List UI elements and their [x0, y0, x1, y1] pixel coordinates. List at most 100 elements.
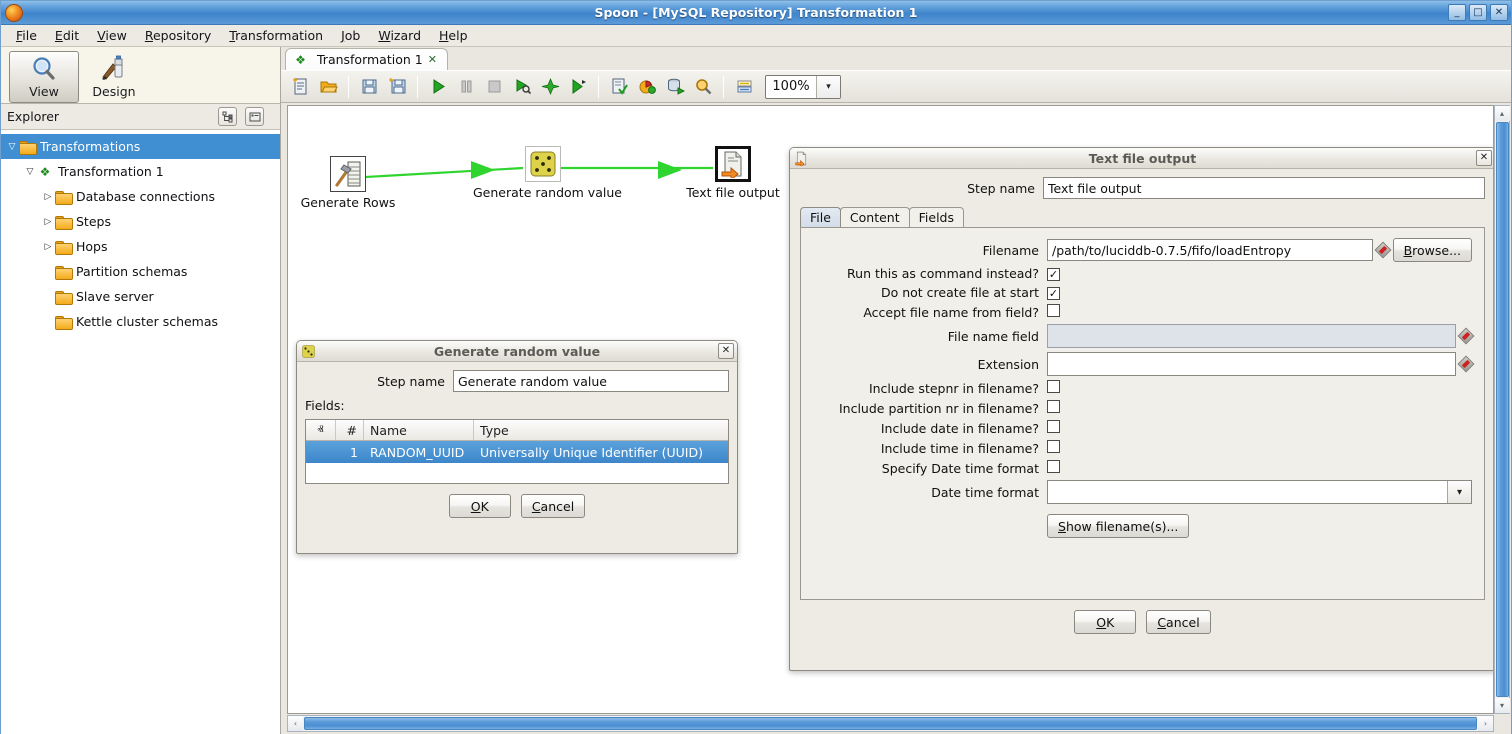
cancel-button[interactable]: Cancel	[520, 494, 586, 518]
scroll-left-arrow-icon[interactable]: ‹	[288, 716, 303, 731]
variable-indicator-icon[interactable]	[1374, 241, 1392, 259]
ok-button[interactable]: OK	[1074, 610, 1137, 634]
filename-input[interactable]: /path/to/luciddb-0.7.5/fifo/loadEntropy	[1047, 239, 1373, 261]
tree-item-steps[interactable]: ▷ Steps	[1, 209, 280, 234]
variable-indicator-icon[interactable]	[1457, 355, 1475, 373]
menu-transformation[interactable]: Transformation	[220, 26, 332, 45]
include-time-checkbox[interactable]	[1047, 440, 1060, 453]
tab-file[interactable]: File	[800, 207, 841, 227]
new-file-icon[interactable]	[287, 74, 313, 100]
tree-item-database-connections[interactable]: ▷ Database connections	[1, 184, 280, 209]
horizontal-scroll-thumb[interactable]	[304, 717, 1477, 730]
show-grid-icon[interactable]	[731, 74, 757, 100]
menu-job[interactable]: Job	[332, 26, 369, 45]
impact-analysis-icon[interactable]	[634, 74, 660, 100]
text-file-output-dialog[interactable]: Text file output ✕ Step name Text file o…	[789, 147, 1493, 671]
tree-item-hops[interactable]: ▷ Hops	[1, 234, 280, 259]
editor-tab-transformation-1[interactable]: ❖ Transformation 1 ✕	[285, 48, 448, 70]
twisty-icon[interactable]: ▷	[41, 192, 55, 202]
column-sort-indicator[interactable]: ⱏ	[306, 420, 336, 440]
save-as-icon[interactable]	[384, 74, 410, 100]
close-icon[interactable]: ✕	[428, 53, 437, 66]
canvas-step-text-file-output[interactable]: Text file output	[673, 146, 793, 200]
column-header-type[interactable]: Type	[474, 420, 728, 440]
browse-button[interactable]: Browse...	[1392, 238, 1472, 262]
date-time-format-combo[interactable]: ▾	[1047, 480, 1472, 504]
verify-icon[interactable]	[606, 74, 632, 100]
preview-icon[interactable]	[509, 74, 535, 100]
minimize-button[interactable]: _	[1448, 4, 1466, 21]
replay-icon[interactable]	[565, 74, 591, 100]
menu-repository[interactable]: Repository	[136, 26, 220, 45]
view-menu-icon[interactable]	[245, 107, 264, 126]
run-icon[interactable]	[425, 74, 451, 100]
twisty-icon[interactable]: ▽	[23, 167, 37, 177]
tree-item-transformations[interactable]: ▽ Transformations	[1, 134, 280, 159]
menu-edit[interactable]: Edit	[46, 26, 88, 45]
specify-date-time-format-checkbox[interactable]	[1047, 460, 1060, 473]
close-icon[interactable]: ✕	[718, 343, 734, 359]
menu-view[interactable]: View	[88, 26, 136, 45]
menu-file[interactable]: File	[7, 26, 46, 45]
save-icon[interactable]	[356, 74, 382, 100]
include-partition-nr-checkbox[interactable]	[1047, 400, 1060, 413]
close-icon[interactable]: ✕	[1476, 150, 1492, 166]
menu-help[interactable]: Help	[430, 26, 477, 45]
canvas-wrapper: Generate Rows Generate random value Text…	[281, 103, 1511, 734]
canvas-horizontal-scrollbar[interactable]: ‹ ›	[287, 715, 1494, 732]
open-file-icon[interactable]	[315, 74, 341, 100]
stop-icon[interactable]	[481, 74, 507, 100]
include-date-checkbox[interactable]	[1047, 420, 1060, 433]
generate-random-value-dialog[interactable]: Generate random value ✕ Step name Genera…	[296, 340, 738, 554]
menu-wizard[interactable]: Wizard	[369, 26, 430, 45]
tree-item-slave-server[interactable]: Slave server	[1, 284, 280, 309]
tree-item-kettle-cluster-schemas[interactable]: Kettle cluster schemas	[1, 309, 280, 334]
vertical-scroll-thumb[interactable]	[1495, 122, 1509, 697]
scroll-down-arrow-icon[interactable]: ▾	[1494, 698, 1510, 713]
twisty-icon[interactable]: ▷	[41, 242, 55, 252]
tree-item-partition-schemas[interactable]: Partition schemas	[1, 259, 280, 284]
do-not-create-file-checkbox[interactable]: ✓	[1047, 286, 1060, 300]
collapse-all-icon[interactable]	[218, 107, 237, 126]
extension-input[interactable]	[1047, 352, 1456, 376]
run-as-command-checkbox[interactable]: ✓	[1047, 267, 1060, 281]
twisty-icon[interactable]: ▷	[41, 217, 55, 227]
step-name-input[interactable]: Generate random value	[453, 370, 729, 392]
zoom-combo[interactable]: 100% ▾	[765, 74, 841, 99]
explore-database-icon[interactable]	[690, 74, 716, 100]
close-button[interactable]: ✕	[1490, 4, 1508, 21]
maximize-button[interactable]: □	[1469, 4, 1487, 21]
tab-fields[interactable]: Fields	[908, 207, 965, 227]
show-filenames-button[interactable]: Show filename(s)...	[1047, 514, 1190, 538]
row-field-type[interactable]: Universally Unique Identifier (UUID)	[480, 445, 728, 460]
include-stepnr-checkbox[interactable]	[1047, 380, 1060, 393]
step-name-input[interactable]: Text file output	[1043, 177, 1485, 199]
perspective-view-button[interactable]: View	[9, 51, 79, 103]
cancel-button[interactable]: Cancel	[1146, 610, 1211, 634]
twisty-icon[interactable]: ▽	[5, 142, 19, 152]
column-header-name[interactable]: Name	[364, 420, 474, 440]
chevron-down-icon[interactable]: ▾	[816, 75, 840, 98]
sql-icon[interactable]	[662, 74, 688, 100]
tree-item-label: Partition schemas	[76, 264, 188, 279]
canvas-vertical-scrollbar[interactable]: ▴ ▾	[1494, 105, 1510, 714]
tree-item-transformation-1[interactable]: ▽ ❖ Transformation 1	[1, 159, 280, 184]
row-field-name[interactable]: RANDOM_UUID	[364, 445, 480, 460]
table-row[interactable]: 1 RANDOM_UUID Universally Unique Identif…	[306, 441, 728, 463]
variable-indicator-icon[interactable]	[1457, 327, 1475, 345]
pause-icon[interactable]	[453, 74, 479, 100]
fields-table[interactable]: ⱏ # Name Type 1 RANDOM_UUID Universally	[305, 419, 729, 484]
scroll-right-arrow-icon[interactable]: ›	[1478, 716, 1493, 731]
perspective-design-button[interactable]: Design	[79, 51, 149, 103]
tab-content[interactable]: Content	[839, 207, 910, 227]
canvas-step-generate-rows[interactable]: Generate Rows	[298, 156, 398, 210]
table-empty-row[interactable]	[306, 463, 728, 483]
scroll-up-arrow-icon[interactable]: ▴	[1494, 106, 1510, 121]
accept-filename-from-field-checkbox[interactable]	[1047, 304, 1060, 317]
column-header-number[interactable]: #	[336, 420, 364, 440]
debug-icon[interactable]	[537, 74, 563, 100]
ok-button[interactable]: OK	[448, 494, 511, 518]
transformation-canvas[interactable]: Generate Rows Generate random value Text…	[287, 105, 1494, 714]
canvas-step-generate-random-value[interactable]: Generate random value	[473, 146, 622, 200]
chevron-down-icon[interactable]: ▾	[1447, 481, 1471, 503]
